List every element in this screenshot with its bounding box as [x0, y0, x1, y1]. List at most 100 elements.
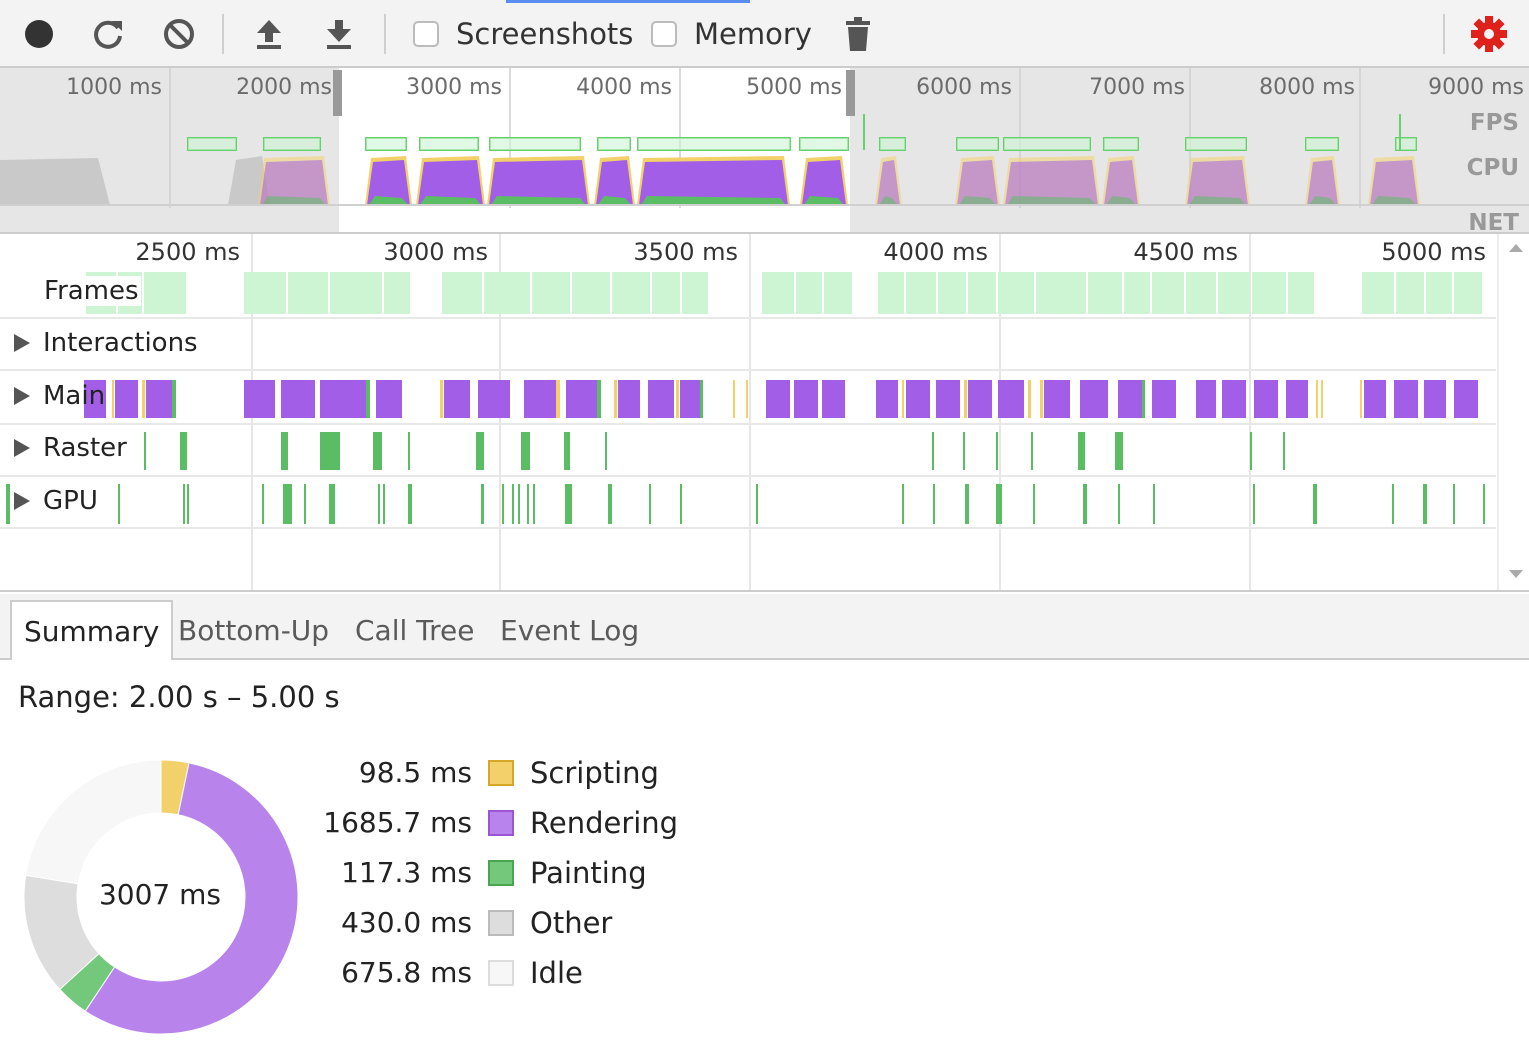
main-paint-task — [172, 380, 176, 418]
gpu-task — [1118, 484, 1120, 524]
memory-checkbox[interactable]: Memory — [651, 14, 812, 54]
raster-task — [1283, 432, 1285, 470]
save-profile-button[interactable] — [318, 14, 360, 54]
scripting-value: 98.5 ms — [358, 756, 472, 789]
main-task — [1044, 380, 1070, 418]
gpu-task — [481, 484, 484, 524]
cpu-lane-label: CPU — [1466, 155, 1519, 181]
toolbar-highlight — [506, 0, 750, 3]
frame-block — [1396, 272, 1424, 314]
gpu-task — [680, 484, 682, 524]
gpu-task — [902, 484, 904, 524]
main-task — [478, 380, 510, 418]
gpu-task — [1392, 484, 1394, 524]
track-gpu[interactable]: GPU — [14, 486, 98, 516]
scripting-swatch — [488, 760, 514, 786]
fps-bar-fill — [366, 138, 406, 150]
painting-swatch — [488, 860, 514, 886]
fps-bar-fill — [1306, 138, 1338, 150]
tab-call-tree[interactable]: Call Tree — [343, 600, 487, 660]
fps-bar-fill — [188, 138, 236, 150]
garbage-collect-button[interactable] — [838, 14, 878, 54]
idle-label: Idle — [530, 956, 583, 990]
tab-summary[interactable]: Summary — [10, 600, 174, 660]
overview-tick-label: 7000 ms — [1089, 75, 1185, 100]
main-task — [244, 380, 275, 418]
record-button[interactable] — [18, 14, 60, 54]
reload-button[interactable] — [88, 14, 130, 54]
frame-block — [484, 272, 530, 314]
settings-button[interactable] — [1468, 14, 1510, 54]
gpu-task — [187, 484, 189, 524]
flame-tick-label: 3500 ms — [633, 238, 738, 266]
clear-button[interactable] — [158, 14, 200, 54]
expand-triangle-icon[interactable] — [14, 387, 30, 405]
raster-task — [476, 432, 484, 470]
gpu-task — [527, 484, 529, 524]
painting-value: 117.3 ms — [341, 856, 472, 889]
main-script-task — [902, 380, 904, 418]
screenshots-checkbox[interactable]: Screenshots — [413, 14, 633, 54]
gpu-task — [6, 484, 10, 524]
expand-triangle-icon[interactable] — [14, 334, 30, 352]
fps-bar-fill — [1004, 138, 1090, 150]
range-label: Range: 2.00 s – 5.00 s — [18, 680, 340, 714]
fps-bar-fill — [880, 138, 905, 150]
raster-task — [408, 432, 410, 470]
scroll-up-arrow-icon[interactable] — [1509, 244, 1523, 252]
main-task — [115, 380, 138, 418]
main-task — [1286, 380, 1308, 418]
gpu-task — [1483, 484, 1485, 524]
flame-chart[interactable]: 2500 ms 3000 ms 3500 ms 4000 ms 4500 ms 5000 … — [0, 234, 1529, 592]
raster-task — [963, 432, 965, 470]
scroll-down-arrow-icon[interactable] — [1509, 570, 1523, 578]
flame-chart-canvas[interactable]: 2500 ms 3000 ms 3500 ms 4000 ms 4500 ms 5000 … — [0, 234, 1529, 592]
main-task — [998, 380, 1024, 418]
memory-label: Memory — [694, 17, 812, 51]
download-icon — [327, 20, 351, 49]
overview-chart[interactable]: 1000 ms 2000 ms 3000 ms 4000 ms 5000 ms 6000 … — [0, 68, 1529, 234]
load-profile-button[interactable] — [248, 14, 290, 54]
expand-triangle-icon[interactable] — [14, 439, 30, 457]
main-task — [968, 380, 992, 418]
gpu-task — [518, 484, 520, 524]
memory-checkbox-box[interactable] — [651, 21, 677, 47]
toolbar-separator — [384, 14, 386, 54]
track-main[interactable]: Main — [14, 381, 105, 411]
track-raster[interactable]: Raster — [14, 433, 127, 463]
frame-block — [824, 272, 852, 314]
rendering-value: 1685.7 ms — [323, 806, 472, 839]
main-script-task — [614, 380, 617, 418]
idle-value: 675.8 ms — [341, 956, 472, 989]
track-interactions[interactable]: Interactions — [14, 328, 198, 358]
gpu-task — [1453, 484, 1455, 524]
main-task — [618, 380, 640, 418]
track-frames[interactable]: Frames — [42, 276, 141, 306]
frame-block — [330, 272, 382, 314]
scripting-label: Scripting — [530, 756, 659, 790]
track-raster-label: Raster — [43, 433, 127, 463]
details-tabs: Summary Bottom-Up Call Tree Event Log — [0, 594, 1529, 660]
toolbar-separator — [1443, 14, 1445, 54]
tab-bottom-up[interactable]: Bottom-Up — [166, 600, 341, 660]
tab-event-log[interactable]: Event Log — [488, 600, 651, 660]
frame-block — [906, 272, 936, 314]
screenshots-checkbox-box[interactable] — [413, 21, 439, 47]
frame-block — [572, 272, 610, 314]
gpu-task — [502, 484, 504, 524]
frame-block — [532, 272, 570, 314]
frame-block — [938, 272, 966, 314]
gpu-task — [304, 484, 306, 524]
main-script-task — [556, 380, 560, 418]
main-task — [1152, 380, 1176, 418]
frame-block — [762, 272, 794, 314]
gpu-task — [378, 484, 380, 524]
rendering-label: Rendering — [530, 806, 679, 840]
gpu-task — [408, 484, 412, 524]
main-task — [376, 380, 402, 418]
frame-block — [796, 272, 822, 314]
main-paint-task — [1142, 380, 1145, 418]
expand-triangle-icon[interactable] — [14, 492, 30, 510]
timeline-overview[interactable]: 1000 ms 2000 ms 3000 ms 4000 ms 5000 ms 6000 … — [0, 68, 1529, 234]
main-script-task — [440, 380, 443, 418]
